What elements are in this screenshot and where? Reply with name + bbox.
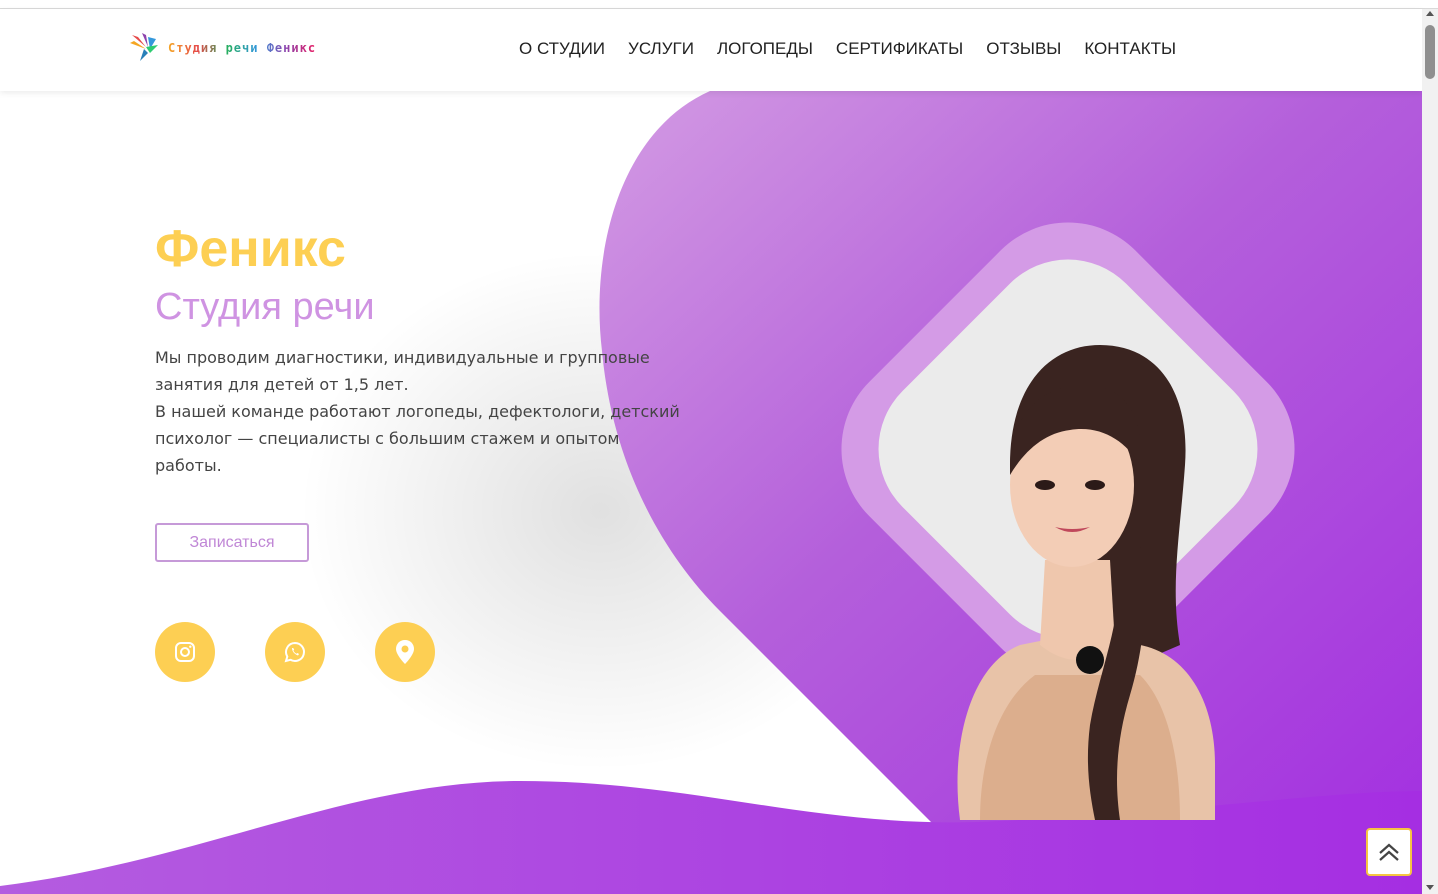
nav-item-about[interactable]: О СТУДИИ [519,39,605,59]
logo[interactable]: Студия речи Феникс [128,31,316,65]
instagram-button[interactable] [155,622,215,682]
nav-item-certificates[interactable]: СЕРТИФИКАТЫ [836,39,963,59]
hero-description-line-2: В нашей команде работают логопеды, дефек… [155,402,680,475]
phoenix-bird-icon [130,33,158,61]
scroll-up-arrow-icon[interactable] [1426,11,1434,16]
page-scrollbar[interactable] [1422,9,1438,894]
hero-subtitle: Студия речи [155,286,375,328]
hero-content: Феникс Студия речи Мы проводим диагности… [155,218,695,479]
nav-item-speech-therapists[interactable]: ЛОГОПЕДЫ [717,39,813,59]
logo-text: Студия речи Феникс [168,41,317,55]
nav-item-contacts[interactable]: КОНТАКТЫ [1084,39,1176,59]
hero-description-line-1: Мы проводим диагностики, индивидуальные … [155,348,650,394]
browser-top-edge [0,0,1438,9]
scroll-down-arrow-icon[interactable] [1426,885,1434,890]
double-chevron-up-icon [1379,843,1399,861]
main-nav: О СТУДИИ УСЛУГИ ЛОГОПЕДЫ СЕРТИФИКАТЫ ОТЗ… [519,39,1199,59]
instagram-icon [175,642,195,662]
scrollbar-thumb[interactable] [1425,25,1435,79]
location-button[interactable] [375,622,435,682]
signup-button[interactable]: Записаться [155,523,309,562]
site-header: Студия речи Феникс О СТУДИИ УСЛУГИ ЛОГОП… [0,9,1422,91]
hero-description: Мы проводим диагностики, индивидуальные … [155,344,690,479]
hero-title: Феникс [155,220,346,278]
whatsapp-button[interactable] [265,622,325,682]
nav-item-reviews[interactable]: ОТЗЫВЫ [986,39,1061,59]
specialist-portrait [957,345,1215,820]
whatsapp-icon [284,641,305,663]
location-pin-icon [396,640,414,664]
nav-item-services[interactable]: УСЛУГИ [628,39,694,59]
scroll-to-top-button[interactable] [1366,828,1412,876]
